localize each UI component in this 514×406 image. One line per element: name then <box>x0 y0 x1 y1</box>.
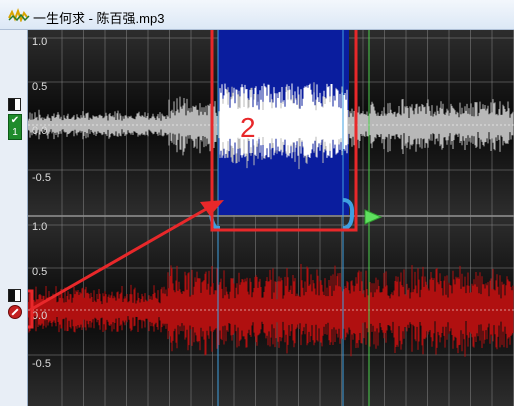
window-title: 一生何求 - 陈百强.mp3 <box>33 11 165 26</box>
track-controls-strip: ✔ 1 <box>0 30 28 406</box>
waveform-canvas[interactable]: 1.0 0.5 0.0 -0.5 1.0 0.5 0.0 -0.5 2 1 <box>28 30 514 406</box>
check-icon: ✔ <box>10 115 20 126</box>
channel-select-box[interactable] <box>8 289 21 302</box>
tick-label: -0.5 <box>32 358 51 370</box>
tick-label: 0.5 <box>32 266 47 278</box>
waveform-app-icon <box>8 8 30 22</box>
track-enabled-badge[interactable]: ✔ 1 <box>8 114 22 140</box>
title-bar: 一生何求 - 陈百强.mp3 <box>0 0 514 30</box>
track-number: 1 <box>12 127 18 138</box>
tick-label: 1.0 <box>32 221 47 233</box>
channel-select-box[interactable] <box>8 98 21 111</box>
tick-label: 1.0 <box>32 36 47 48</box>
track-divider <box>28 215 514 217</box>
tick-label: 0.5 <box>32 81 47 93</box>
tick-label: 0.0 <box>32 310 47 322</box>
tick-label: 0.0 <box>32 125 47 137</box>
track-muted-icon[interactable] <box>8 305 22 319</box>
tick-label: -0.5 <box>32 172 51 184</box>
annotation-label-2: 2 <box>240 112 256 143</box>
